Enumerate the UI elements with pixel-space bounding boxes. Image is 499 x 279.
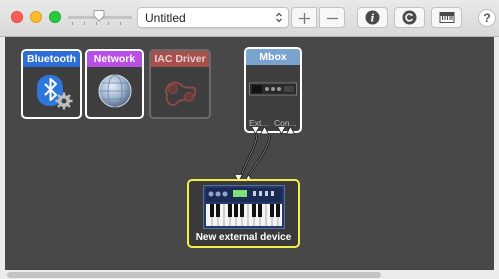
help-button[interactable]: ? [478,9,496,27]
test-setup-icon [402,10,417,25]
network-globe-icon [98,74,132,108]
minimize-window-button[interactable] [30,11,42,23]
device-name: Bluetooth [23,51,80,67]
test-setup-button[interactable] [394,7,425,28]
device-name: Mbox [246,49,300,65]
slider-tick [108,22,109,25]
configuration-value: Untitled [145,11,186,25]
slider-tick [96,22,97,25]
device-iac-driver[interactable]: IAC Driver [149,49,211,119]
device-bluetooth[interactable]: Bluetooth [21,49,82,119]
horizontal-scrollbar[interactable] [5,270,494,279]
show-info-button[interactable]: i [357,7,388,28]
icon-size-slider[interactable] [68,8,132,28]
device-name: Network [87,51,142,67]
zoom-window-button[interactable] [49,11,61,23]
midi-keyboard-button[interactable] [431,7,462,28]
slider-tick [72,22,73,25]
iac-driver-icon [165,81,197,106]
slider-tick [84,22,85,25]
midi-keyboard-icon [439,12,455,23]
slider-tick [120,22,121,25]
audio-interface-icon [249,82,297,96]
info-icon: i [365,10,380,25]
device-new-external[interactable]: New external device [187,179,300,248]
device-network[interactable]: Network [85,49,144,119]
mbox-midi-ports[interactable] [250,125,297,135]
device-mbox[interactable]: Mbox Ext... Con... [244,47,302,133]
scrollbar-thumb[interactable] [7,272,381,278]
chevron-updown-icon [276,12,282,23]
synthesizer-keyboard-icon [203,185,285,229]
plus-icon [299,13,310,24]
device-name: IAC Driver [151,51,209,67]
configuration-select[interactable]: Untitled [137,7,289,28]
device-name: New external device [195,232,292,243]
add-configuration-button[interactable] [291,7,317,28]
minus-icon [327,17,338,20]
remove-configuration-button[interactable] [319,7,345,28]
bluetooth-icon [37,75,73,110]
svg-text:i: i [371,14,375,25]
midi-studio-canvas: Bluetooth Network IAC Driver Mbox Ext...… [5,37,494,270]
close-window-button[interactable] [11,11,23,23]
help-label: ? [483,11,491,25]
window-toolbar: Untitled i ? [0,0,499,37]
slider-knob[interactable] [93,10,105,22]
